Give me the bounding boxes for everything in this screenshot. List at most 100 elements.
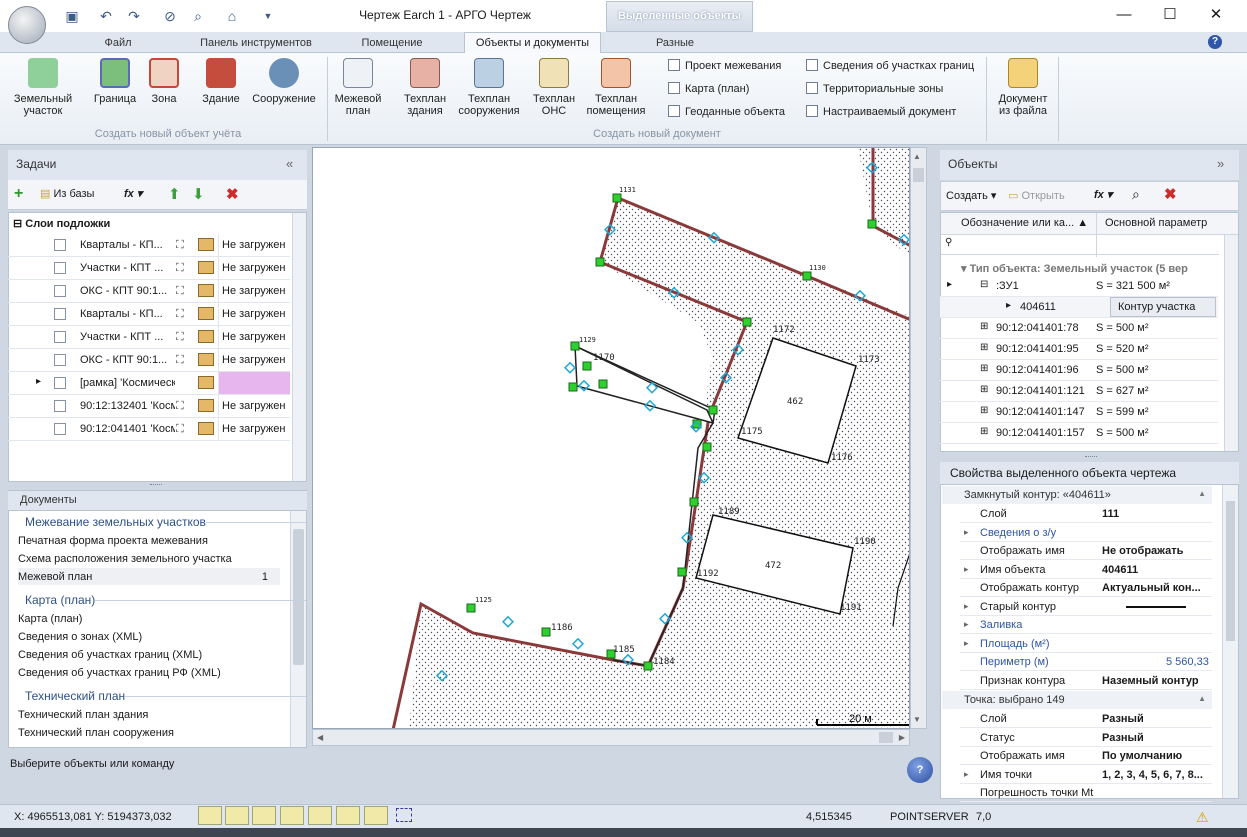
delete-icon[interactable]: ✖ <box>226 185 239 203</box>
zone-button[interactable]: Зона <box>146 58 182 105</box>
property-value[interactable]: Актуальный кон... <box>1102 582 1201 594</box>
layer-row[interactable]: Участки - КПТ ... ⛶ Не загружен <box>8 326 290 349</box>
property-value[interactable]: По умолчанию <box>1102 750 1182 762</box>
layer-checkbox[interactable] <box>54 331 66 343</box>
doc-section-techplan[interactable]: Технический план <box>25 689 306 703</box>
expand-icon[interactable]: ⊞ <box>980 342 988 353</box>
property-row[interactable]: Слой Разный <box>960 710 1212 728</box>
layer-settings-icon[interactable] <box>198 261 214 274</box>
home-icon[interactable]: ⌂ <box>222 6 242 26</box>
property-value[interactable]: Не отображать <box>1102 545 1183 557</box>
doc-item[interactable]: Сведения об участках границ (XML) <box>18 649 202 661</box>
map-plan-button[interactable]: Карта (план) <box>668 81 749 97</box>
survey-plan-button[interactable]: Межевой план <box>332 58 384 117</box>
property-row[interactable]: Слой 111 <box>960 505 1212 523</box>
objects-fx-button[interactable]: fx ▾ <box>1094 188 1112 201</box>
layer-row[interactable]: 90:12:132401 'Косм...⛶ Не загружен <box>8 395 290 418</box>
qat-dropdown-icon[interactable]: ▼ <box>258 6 278 26</box>
collapse-icon[interactable]: ⊟ <box>980 279 988 290</box>
property-value[interactable]: Наземный контур <box>1102 675 1199 687</box>
expand-icon[interactable]: ▸ <box>964 564 969 575</box>
property-row[interactable]: Статус Разный <box>960 729 1212 747</box>
property-row[interactable]: ▸ Заливка <box>960 616 1212 634</box>
app-menu-button[interactable] <box>8 6 46 44</box>
property-value[interactable]: Разный <box>1102 713 1144 725</box>
layer-checkbox[interactable] <box>54 377 66 389</box>
structure-techplan-button[interactable]: Техплан сооружения <box>456 58 522 117</box>
tab-room[interactable]: Помещение <box>352 34 432 53</box>
survey-project-button[interactable]: Проект межевания <box>668 58 781 74</box>
column-header-param[interactable]: Основной параметр <box>1105 217 1207 229</box>
room-techplan-button[interactable]: Техплан помещения <box>584 58 648 117</box>
building-button[interactable]: Здание <box>198 58 244 105</box>
layer-checkbox[interactable] <box>54 285 66 297</box>
tab-file[interactable]: Файл <box>90 34 146 53</box>
from-base-button[interactable]: ▤ Из базы <box>40 187 94 200</box>
snap-angle-icon[interactable] <box>364 806 388 825</box>
doc-section-survey[interactable]: Межевание земельных участков <box>25 515 306 529</box>
property-value[interactable]: 111 <box>1102 508 1119 520</box>
expand-icon[interactable]: ▸ <box>964 619 969 630</box>
drawing-canvas[interactable]: 1172 1173 462 1175 1176 1170 1129 1189 1… <box>312 147 910 729</box>
property-row[interactable]: ▸ Имя точки 1, 2, 3, 4, 5, 6, 7, 8... <box>960 766 1212 784</box>
add-icon[interactable]: + <box>14 186 30 202</box>
property-row[interactable]: ▸ Имя объекта 404611 <box>960 561 1212 579</box>
snap-parallel-icon[interactable] <box>336 806 360 825</box>
object-row[interactable]: ▸ 404611 Контур участка <box>940 297 1218 318</box>
layers-root[interactable]: ⊟ Слои подложки <box>13 217 110 230</box>
building-techplan-button[interactable]: Техплан здания <box>398 58 452 117</box>
property-row[interactable]: Отображать имя По умолчанию <box>960 747 1212 765</box>
selection-frame-icon[interactable] <box>396 808 412 822</box>
property-row[interactable]: Отображать имя Не отображать <box>960 542 1212 560</box>
save-icon[interactable]: ▣ <box>62 6 82 26</box>
properties-scrollbar[interactable] <box>1222 485 1238 798</box>
doc-item[interactable]: Технический план здания <box>18 709 148 721</box>
layer-checkbox[interactable] <box>54 239 66 251</box>
snap-midpoint-icon[interactable] <box>225 806 249 825</box>
expand-icon[interactable]: ⊞ <box>980 363 988 374</box>
expand-icon[interactable]: ▸ <box>964 601 969 612</box>
layer-row[interactable]: Кварталы - КП... ⛶ Не загружен <box>8 303 290 326</box>
collapse-objects-icon[interactable]: » <box>1217 156 1224 171</box>
binoculars-icon[interactable]: ⛶ <box>176 423 184 436</box>
layer-settings-icon[interactable] <box>198 353 214 366</box>
layer-checkbox[interactable] <box>54 423 66 435</box>
snap-intersection-icon[interactable] <box>252 806 276 825</box>
layer-settings-icon[interactable] <box>198 330 214 343</box>
snap-perpendicular-icon[interactable] <box>280 806 304 825</box>
doc-item[interactable]: Печатная форма проекта межевания <box>18 535 208 547</box>
drawing-svg[interactable]: 1172 1173 462 1175 1176 1170 1129 1189 1… <box>313 148 910 729</box>
land-plot-button[interactable]: Земельный участок <box>10 58 76 117</box>
property-group-points[interactable]: Точка: выбрано 149 ▲ <box>942 691 1212 709</box>
doc-item[interactable]: Карта (план) <box>18 613 82 625</box>
object-row[interactable]: ⊞ 90:12:041401:96 S = 500 м² <box>940 360 1218 381</box>
snap-nearest-icon[interactable] <box>308 806 332 825</box>
doc-section-map[interactable]: Карта (план) <box>25 593 306 607</box>
layer-settings-icon[interactable] <box>198 284 214 297</box>
stop-icon[interactable]: ⊘ <box>160 6 180 26</box>
binoculars-icon[interactable]: ⛶ <box>176 262 184 275</box>
property-row[interactable]: Погрешность точки Mt <box>960 784 1212 802</box>
custom-document-button[interactable]: Настраиваемый документ <box>806 104 956 120</box>
column-header-name[interactable]: Обозначение или ка... ▲ <box>961 217 1096 229</box>
canvas-hscrollbar[interactable]: ◀ ▶ <box>312 729 910 746</box>
create-button[interactable]: Создать ▾ <box>946 189 996 202</box>
property-value[interactable]: Разный <box>1102 732 1144 744</box>
layer-row[interactable]: 90:12:041401 'Косм...⛶ Не загружен <box>8 418 290 441</box>
doc-item[interactable]: Схема расположения земельного участка <box>18 553 232 565</box>
border-info-button[interactable]: Сведения об участках границ <box>806 58 974 74</box>
object-row[interactable]: ▸ ⊟:ЗУ1 S = 321 500 м² <box>940 276 1218 297</box>
close-button[interactable]: ✕ <box>1194 4 1238 26</box>
geodata-button[interactable]: Геоданные объекта <box>668 104 785 120</box>
tab-objects-documents[interactable]: Объекты и документы <box>464 32 601 54</box>
layer-settings-icon[interactable] <box>198 307 214 320</box>
property-value[interactable]: 5 560,33 <box>1166 656 1209 668</box>
doc-item[interactable]: Сведения об участках границ РФ (XML) <box>18 667 221 679</box>
find-icon[interactable]: ⌕ <box>1132 186 1140 203</box>
ons-techplan-button[interactable]: Техплан ОНС <box>528 58 580 117</box>
doc-item[interactable]: Технический план сооружения <box>18 727 174 739</box>
redo-icon[interactable]: ↷ <box>124 6 144 26</box>
layer-settings-icon[interactable] <box>198 238 214 251</box>
tab-toolbar[interactable]: Панель инструментов <box>190 34 322 53</box>
layer-settings-icon[interactable] <box>198 376 214 389</box>
